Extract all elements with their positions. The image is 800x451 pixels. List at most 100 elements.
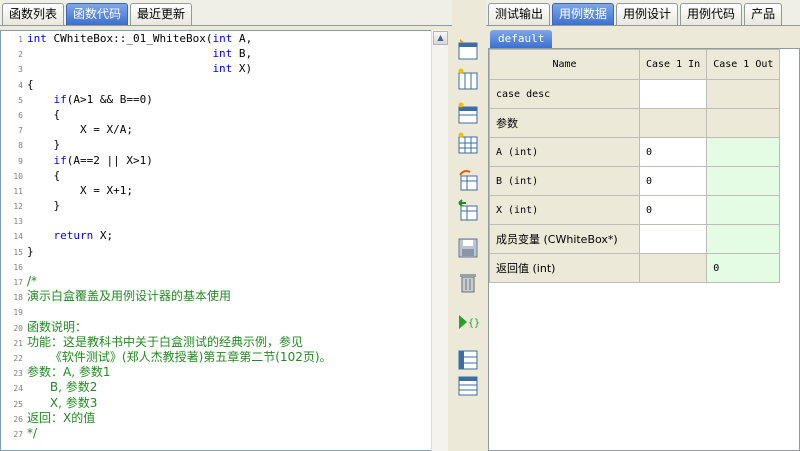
code-text: 参数：A, 参数1 xyxy=(27,365,111,380)
delete-icon[interactable] xyxy=(456,270,480,294)
line-number: 19 xyxy=(13,308,23,318)
code-text: X = X/A; xyxy=(27,123,133,137)
code-line: 1 int CWhiteBox::_01_WhiteBox(int A, xyxy=(1,31,447,46)
line-number: 1 xyxy=(18,35,23,44)
case-in-cell[interactable] xyxy=(638,224,708,254)
case-out-cell[interactable] xyxy=(706,166,781,196)
code-line: 12 } xyxy=(1,198,447,213)
row-name: 成员变量 (CWhiteBox*) xyxy=(489,224,640,254)
right-tab[interactable]: 用例设计 xyxy=(616,3,679,25)
code-text: return X; xyxy=(53,229,114,243)
code-text: 功能：这是教科书中关于白盒测试的经典示例，参见 xyxy=(27,334,304,349)
code-text: { xyxy=(27,168,61,182)
side-toolbar: {} xyxy=(450,30,486,451)
line-number: 27 xyxy=(13,429,23,439)
case-in-cell[interactable] xyxy=(638,108,708,138)
case-out-cell[interactable] xyxy=(706,108,781,138)
line-number: 4 xyxy=(18,80,23,90)
grid-row: 参数 xyxy=(489,108,781,138)
line-number: 23 xyxy=(13,369,23,379)
code-line: 3 int X) xyxy=(1,61,447,76)
insert-column-icon[interactable] xyxy=(456,68,480,92)
right-tab[interactable]: 用例数据 xyxy=(552,3,615,25)
case-in-cell[interactable]: 0 xyxy=(638,137,708,167)
code-text: X = X+1; xyxy=(27,183,133,197)
code-line: 26 返回：X的值 xyxy=(1,411,447,426)
case-out-cell[interactable] xyxy=(706,195,781,225)
table-view-icon[interactable] xyxy=(456,348,480,372)
line-number: 9 xyxy=(18,156,23,166)
insert-grid-icon[interactable] xyxy=(456,132,480,156)
case-out-cell[interactable] xyxy=(706,137,781,167)
code-line: 23 参数：A, 参数1 xyxy=(1,365,447,380)
line-number: 20 xyxy=(13,323,23,333)
case-in-cell[interactable] xyxy=(638,253,708,283)
column-header-case-in: Case 1 In xyxy=(638,49,708,80)
code-text: if(A==2 || X>1) xyxy=(53,153,153,167)
code-line: 11 X = X+1; xyxy=(1,183,447,198)
row-name: A (int) xyxy=(489,137,640,167)
code-text: { xyxy=(27,77,34,91)
right-tab[interactable]: 测试输出 xyxy=(488,3,551,25)
code-line: 7 X = X/A; xyxy=(1,122,447,137)
row-name: 返回值 (int) xyxy=(489,253,640,283)
grid-row: B (int) 0 xyxy=(489,166,781,196)
line-number: 16 xyxy=(13,262,23,272)
right-tab[interactable]: 用例代码 xyxy=(680,3,743,25)
case-in-cell[interactable]: 0 xyxy=(638,195,708,225)
code-text: 函数说明： xyxy=(27,319,88,334)
column-header-name: Name xyxy=(489,49,640,80)
code-line: 19 xyxy=(1,304,447,319)
test-case-grid: Name Case 1 In Case 1 Out case desc 参数 A (… xyxy=(488,48,800,451)
line-number: 26 xyxy=(13,414,23,424)
code-text: int X) xyxy=(212,62,253,76)
left-tab[interactable]: 最近更新 xyxy=(130,3,193,25)
save-icon[interactable] xyxy=(456,236,480,260)
list-view-icon[interactable] xyxy=(456,374,480,398)
code-text: 演示白盒覆盖及用例设计器的基本使用 xyxy=(27,289,232,304)
insert-table-icon[interactable] xyxy=(456,102,480,126)
case-out-cell[interactable] xyxy=(706,79,781,109)
grid-header-row: Name Case 1 In Case 1 Out xyxy=(489,49,781,80)
left-tab[interactable]: 函数代码 xyxy=(66,3,129,25)
line-number: 6 xyxy=(18,110,23,120)
import-icon[interactable] xyxy=(456,168,480,192)
case-in-cell[interactable]: 0 xyxy=(638,166,708,196)
line-number: 18 xyxy=(13,293,23,303)
grid-row: 返回值 (int) 0 xyxy=(489,253,781,283)
case-out-cell[interactable]: 0 xyxy=(706,253,781,283)
code-line: 16 xyxy=(1,259,447,274)
line-number: 25 xyxy=(13,399,23,409)
line-number: 22 xyxy=(13,353,23,363)
code-text: int CWhiteBox::_01_WhiteBox(int A, xyxy=(27,32,253,45)
grid-row: A (int) 0 xyxy=(489,137,781,167)
editor-scrollbar[interactable]: ▲ xyxy=(431,30,448,451)
right-tab[interactable]: 产品 xyxy=(744,3,783,25)
code-text: B, 参数2 xyxy=(27,380,98,395)
code-line: 8 } xyxy=(1,137,447,152)
code-line: 22 《软件测试》(郑人杰教授著)第五章第二节(102页)。 xyxy=(1,350,447,365)
case-in-cell[interactable] xyxy=(638,79,708,109)
run-icon[interactable]: {} xyxy=(456,310,480,334)
line-number: 15 xyxy=(13,247,23,257)
row-name: case desc xyxy=(489,79,640,109)
line-number: 14 xyxy=(13,232,23,242)
code-line: 14 return X; xyxy=(1,228,447,243)
code-line: 20 函数说明： xyxy=(1,320,447,335)
line-number: 17 xyxy=(13,278,23,287)
scroll-up-icon[interactable]: ▲ xyxy=(433,31,448,45)
sheet-tab-default[interactable]: default xyxy=(490,30,553,48)
left-tab[interactable]: 函数列表 xyxy=(2,3,65,25)
code-line: 27 */ xyxy=(1,426,447,441)
line-number: 10 xyxy=(13,171,23,181)
code-text: /* xyxy=(27,274,38,288)
case-out-cell[interactable] xyxy=(706,224,781,254)
code-text: } xyxy=(27,244,34,258)
insert-row-icon[interactable] xyxy=(456,38,480,62)
row-name: 参数 xyxy=(489,108,640,138)
export-icon[interactable] xyxy=(456,198,480,222)
code-text: 《软件测试》(郑人杰教授著)第五章第二节(102页)。 xyxy=(27,349,332,364)
code-line: 13 xyxy=(1,213,447,228)
code-line: 9 if(A==2 || X>1) xyxy=(1,153,447,168)
code-editor[interactable]: 1 int CWhiteBox::_01_WhiteBox(int A, 2 int… xyxy=(0,30,448,451)
